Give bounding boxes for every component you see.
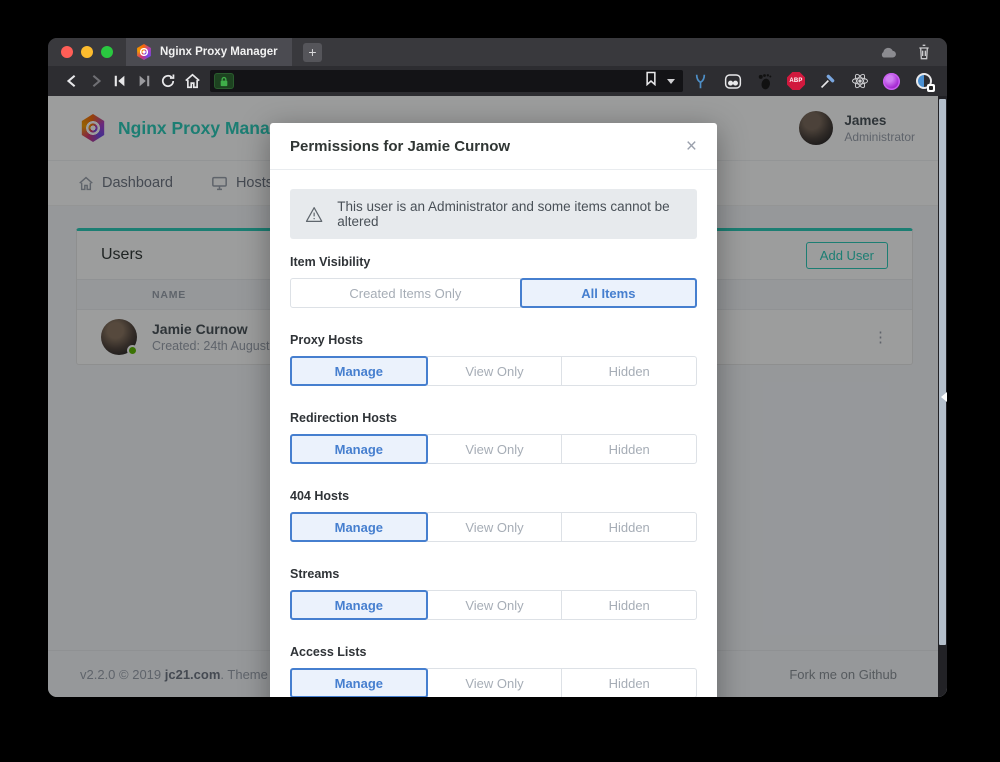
access-lists-group: Manage View Only Hidden <box>290 668 697 697</box>
redirection-hosts-view-only-button[interactable]: View Only <box>427 434 563 464</box>
warning-triangle-icon <box>305 205 323 224</box>
atom-extension-icon[interactable] <box>850 72 869 91</box>
section-label-item-visibility: Item Visibility <box>290 255 697 269</box>
close-window-button[interactable] <box>61 46 73 58</box>
streams-view-only-button[interactable]: View Only <box>427 590 563 620</box>
trash-icon[interactable] <box>914 43 933 62</box>
adblock-plus-extension-icon[interactable]: ABP <box>787 72 805 90</box>
eyedropper-extension-icon[interactable] <box>818 72 837 91</box>
extension-icons: ABP <box>691 72 933 91</box>
browser-toolbar: ABP <box>48 66 947 96</box>
access-lists-manage-button[interactable]: Manage <box>290 668 428 697</box>
proxy-hosts-view-only-button[interactable]: View Only <box>427 356 563 386</box>
reload-button[interactable] <box>156 69 180 93</box>
skip-to-start-button[interactable] <box>108 69 132 93</box>
streams-group: Manage View Only Hidden <box>290 590 697 620</box>
section-label-redirection-hosts: Redirection Hosts <box>290 411 697 425</box>
container-mask-extension-icon[interactable] <box>723 72 742 91</box>
streams-hidden-button[interactable]: Hidden <box>561 590 697 620</box>
404-hosts-manage-button[interactable]: Manage <box>290 512 428 542</box>
proxy-hosts-group: Manage View Only Hidden <box>290 356 697 386</box>
permissions-modal: Permissions for Jamie Curnow × This user… <box>270 123 717 697</box>
item-visibility-group: Created Items Only All Items <box>290 278 697 308</box>
access-lists-hidden-button[interactable]: Hidden <box>561 668 697 697</box>
modal-title: Permissions for Jamie Curnow <box>290 138 510 155</box>
privacy-pie-extension-icon[interactable] <box>914 72 933 91</box>
alert-text: This user is an Administrator and some i… <box>337 199 682 229</box>
redirection-hosts-manage-button[interactable]: Manage <box>290 434 428 464</box>
browser-tab[interactable]: Nginx Proxy Manager <box>126 38 292 66</box>
purple-extension-icon[interactable] <box>882 72 901 91</box>
new-tab-button[interactable]: + <box>303 43 322 62</box>
visibility-created-items-only-button[interactable]: Created Items Only <box>290 278 521 308</box>
access-lists-view-only-button[interactable]: View Only <box>427 668 563 697</box>
lock-badge-icon <box>927 84 935 92</box>
scrollbar-thumb[interactable] <box>939 99 946 645</box>
visibility-all-items-button[interactable]: All Items <box>520 278 697 308</box>
home-button[interactable] <box>180 69 204 93</box>
404-hosts-group: Manage View Only Hidden <box>290 512 697 542</box>
redirection-hosts-group: Manage View Only Hidden <box>290 434 697 464</box>
edge-arrow-indicator <box>941 392 947 402</box>
section-label-access-lists: Access Lists <box>290 645 697 659</box>
npm-favicon-icon <box>136 44 152 60</box>
page-viewport: Nginx Proxy Manager James Administrator … <box>48 96 947 697</box>
404-hosts-view-only-button[interactable]: View Only <box>427 512 563 542</box>
zoom-window-button[interactable] <box>101 46 113 58</box>
proxy-hosts-hidden-button[interactable]: Hidden <box>561 356 697 386</box>
cloud-sync-icon[interactable] <box>879 43 898 62</box>
section-label-proxy-hosts: Proxy Hosts <box>290 333 697 347</box>
fork-extension-icon[interactable] <box>691 72 710 91</box>
address-bar[interactable] <box>210 70 683 92</box>
gnome-foot-extension-icon[interactable] <box>755 72 774 91</box>
tab-title: Nginx Proxy Manager <box>160 46 278 58</box>
modal-close-button[interactable]: × <box>686 137 697 156</box>
section-label-streams: Streams <box>290 567 697 581</box>
bookmarks-dropdown-caret-icon[interactable] <box>667 79 675 84</box>
site-security-lock-icon[interactable] <box>214 73 234 89</box>
redirection-hosts-hidden-button[interactable]: Hidden <box>561 434 697 464</box>
streams-manage-button[interactable]: Manage <box>290 590 428 620</box>
section-label-404-hosts: 404 Hosts <box>290 489 697 503</box>
404-hosts-hidden-button[interactable]: Hidden <box>561 512 697 542</box>
tab-bar: Nginx Proxy Manager + <box>48 38 947 66</box>
browser-window: Nginx Proxy Manager + <box>48 38 947 697</box>
forward-button[interactable] <box>84 69 108 93</box>
proxy-hosts-manage-button[interactable]: Manage <box>290 356 428 386</box>
minimize-window-button[interactable] <box>81 46 93 58</box>
bookmark-icon[interactable] <box>645 71 657 91</box>
admin-warning-alert: This user is an Administrator and some i… <box>290 189 697 239</box>
skip-to-end-button[interactable] <box>132 69 156 93</box>
traffic-lights <box>61 46 113 58</box>
back-button[interactable] <box>60 69 84 93</box>
